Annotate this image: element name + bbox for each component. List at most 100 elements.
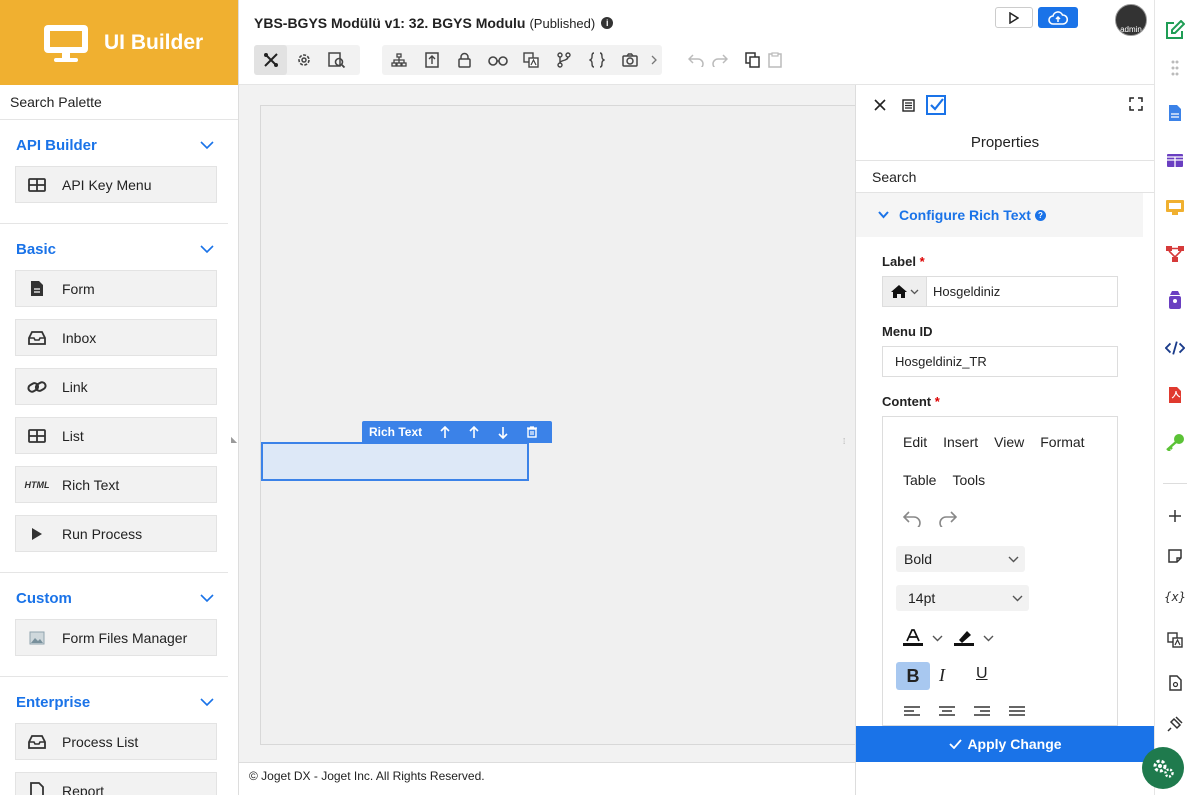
menu-table[interactable]: Table xyxy=(903,472,936,488)
paste-icon[interactable] xyxy=(768,52,782,68)
bold-button[interactable]: B xyxy=(896,662,930,690)
chevron-down-icon[interactable] xyxy=(200,141,214,150)
design-tools-icon[interactable] xyxy=(254,45,287,75)
list-view-icon[interactable] xyxy=(894,98,922,112)
chevron-down-icon[interactable] xyxy=(200,698,214,707)
chevron-down-icon[interactable] xyxy=(983,635,994,642)
palette-group-header[interactable]: Enterprise xyxy=(0,677,228,723)
chevron-right-icon[interactable] xyxy=(646,55,662,65)
branch-icon[interactable] xyxy=(547,45,580,75)
publish-button[interactable] xyxy=(1038,7,1078,28)
properties-search-input[interactable]: Search xyxy=(856,160,1154,193)
copy-icon[interactable] xyxy=(745,52,761,68)
variable-icon[interactable]: {x} xyxy=(1164,587,1186,607)
chevron-down-icon[interactable] xyxy=(932,635,943,642)
userview-icon[interactable] xyxy=(1165,197,1185,217)
edit-icon[interactable] xyxy=(1165,20,1185,40)
underline-button[interactable]: U xyxy=(976,665,988,683)
redo-icon[interactable] xyxy=(712,53,728,67)
palette-group-header[interactable]: Custom xyxy=(0,573,228,619)
glasses-icon[interactable] xyxy=(481,45,514,75)
redo-icon[interactable] xyxy=(939,511,957,527)
trash-icon[interactable] xyxy=(517,426,546,438)
block-format-select[interactable]: Bold xyxy=(896,546,1025,572)
camera-icon[interactable] xyxy=(613,45,646,75)
arrow-up-icon[interactable] xyxy=(459,425,488,439)
palette-item-report[interactable]: Report xyxy=(15,772,217,795)
form-icon[interactable] xyxy=(1165,103,1185,123)
code-icon[interactable] xyxy=(1165,338,1185,358)
undo-icon[interactable] xyxy=(688,53,704,67)
palette-item-list[interactable]: List xyxy=(15,417,217,454)
label-value: Hosgeldiniz xyxy=(933,284,1001,299)
palette-item-link[interactable]: Link xyxy=(15,368,217,405)
highlight-icon[interactable] xyxy=(954,629,976,647)
note-icon[interactable] xyxy=(1165,546,1185,566)
sitemap-icon[interactable] xyxy=(382,45,415,75)
resize-handle-left[interactable]: ◣ xyxy=(231,435,237,444)
undo-icon[interactable] xyxy=(903,511,921,527)
palette-item-api-key-menu[interactable]: API Key Menu xyxy=(15,166,217,203)
align-right-icon[interactable] xyxy=(973,706,991,718)
avatar[interactable]: admin xyxy=(1115,4,1147,36)
translate-icon[interactable] xyxy=(514,45,547,75)
palette-item-form-files-manager[interactable]: Form Files Manager xyxy=(15,619,217,656)
translate-icon[interactable] xyxy=(1165,630,1185,650)
properties-icon[interactable] xyxy=(415,45,448,75)
move-out-icon[interactable] xyxy=(430,425,459,439)
document-icon[interactable] xyxy=(1165,673,1185,693)
canvas-area: Rich Text ◣ ⁞ xyxy=(231,85,880,762)
configure-section-header[interactable]: Configure Rich Text ? xyxy=(856,193,1143,237)
palette-group-header[interactable]: API Builder xyxy=(0,120,228,166)
datalist-icon[interactable] xyxy=(1165,150,1185,170)
drag-dots-icon[interactable] xyxy=(1165,58,1185,78)
rich-text-element[interactable] xyxy=(261,442,529,481)
preview-search-icon[interactable] xyxy=(320,45,353,75)
italic-button[interactable]: I xyxy=(939,665,945,686)
align-left-icon[interactable] xyxy=(903,706,921,718)
gear-icon[interactable] xyxy=(287,45,320,75)
menu-view[interactable]: View xyxy=(994,434,1024,450)
element-type-label: Rich Text xyxy=(369,425,423,439)
resize-handle-right[interactable]: ⁞ xyxy=(843,437,845,446)
arrow-down-icon[interactable] xyxy=(488,426,517,439)
builder-icon[interactable] xyxy=(1165,290,1185,310)
key-icon[interactable] xyxy=(1165,432,1185,452)
menu-edit[interactable]: Edit xyxy=(903,434,927,450)
text-color-icon[interactable] xyxy=(903,629,925,647)
align-justify-icon[interactable] xyxy=(1008,706,1026,718)
menu-insert[interactable]: Insert xyxy=(943,434,978,450)
language-picker[interactable] xyxy=(883,277,927,306)
close-icon[interactable] xyxy=(866,99,894,111)
process-icon[interactable] xyxy=(1165,244,1185,264)
help-icon[interactable]: ? xyxy=(1034,209,1046,221)
menu-tools[interactable]: Tools xyxy=(952,472,985,488)
run-app-button[interactable] xyxy=(995,7,1033,28)
code-braces-icon[interactable] xyxy=(580,45,613,75)
palette-item-inbox[interactable]: Inbox xyxy=(15,319,217,356)
table-icon xyxy=(26,177,48,192)
menu-format[interactable]: Format xyxy=(1040,434,1084,450)
plus-icon[interactable] xyxy=(1165,506,1185,526)
align-center-icon[interactable] xyxy=(938,706,956,718)
checkbox-icon[interactable] xyxy=(922,95,950,115)
menu-id-field[interactable]: Hosgeldiniz_TR xyxy=(882,346,1118,377)
label-field[interactable]: Hosgeldiniz xyxy=(882,276,1118,307)
chevron-down-icon[interactable] xyxy=(200,594,214,603)
pdf-icon[interactable] xyxy=(1165,385,1185,405)
fullscreen-icon[interactable] xyxy=(1129,97,1143,111)
palette-search-input[interactable]: Search Palette xyxy=(0,85,238,120)
palette-group-header[interactable]: Basic xyxy=(0,224,228,270)
palette-item-run-process[interactable]: Run Process xyxy=(15,515,217,552)
info-icon[interactable]: i xyxy=(601,17,614,29)
palette-item-rich-text[interactable]: HTML Rich Text xyxy=(15,466,217,503)
font-size-select[interactable]: 14pt xyxy=(896,585,1029,611)
palette-item-process-list[interactable]: Process List xyxy=(15,723,217,760)
apply-change-button[interactable]: Apply Change xyxy=(856,726,1154,762)
plug-icon[interactable] xyxy=(1165,714,1185,734)
settings-fab[interactable] xyxy=(1142,747,1184,789)
palette-item-form[interactable]: Form xyxy=(15,270,217,307)
chevron-down-icon[interactable] xyxy=(200,245,214,254)
builder-canvas[interactable]: Rich Text xyxy=(260,105,880,745)
lock-icon[interactable] xyxy=(448,45,481,75)
